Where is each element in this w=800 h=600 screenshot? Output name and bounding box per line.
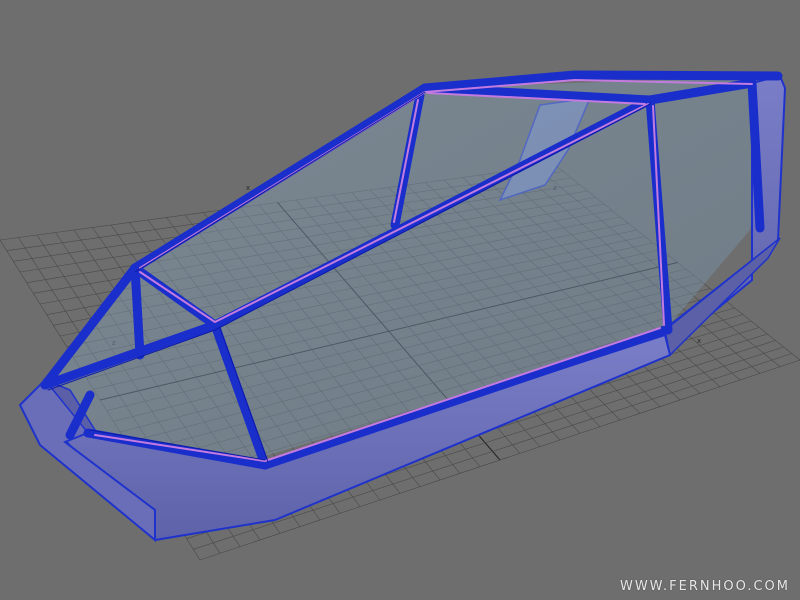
axis-label-x-right: x — [697, 337, 701, 345]
watermark-text: WWW.FERNHOO.COM — [619, 579, 790, 594]
axis-label-x-left: x — [246, 184, 250, 192]
scene-canvas[interactable]: x z x z — [0, 0, 800, 600]
3d-perspective-viewport[interactable]: x z x z — [0, 0, 800, 600]
